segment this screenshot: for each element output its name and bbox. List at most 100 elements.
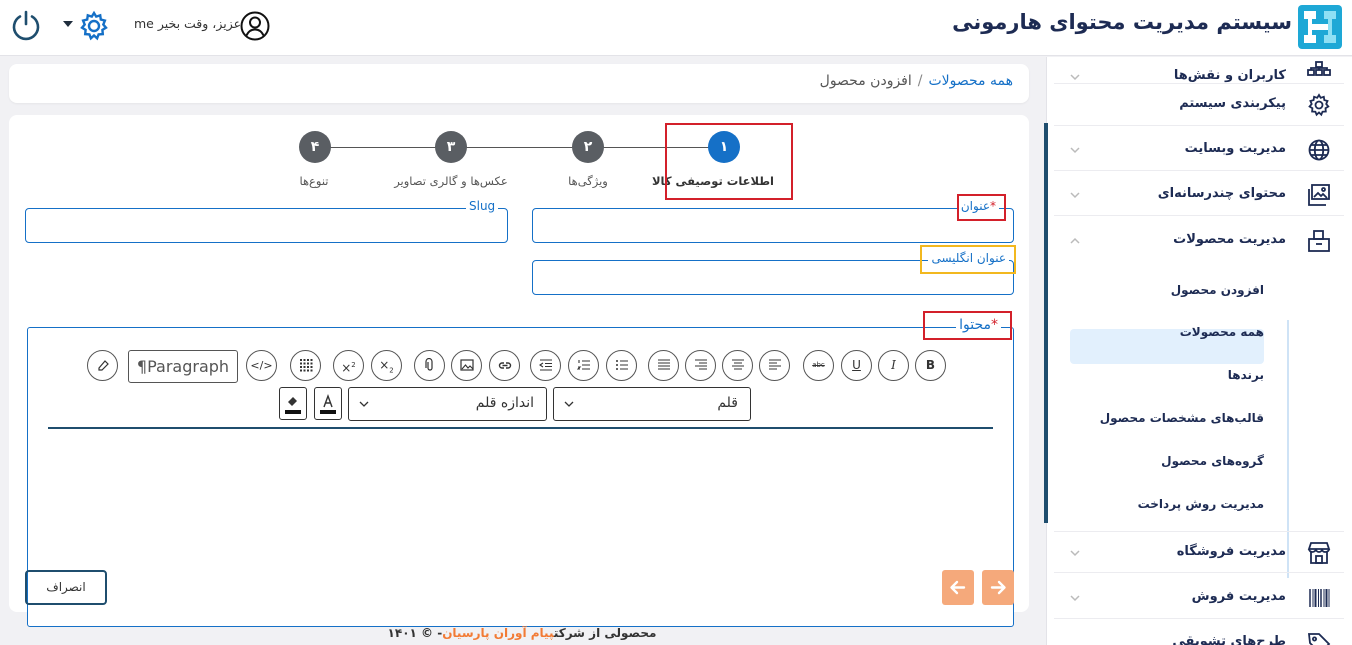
chevron-down-icon xyxy=(1070,550,1080,557)
sidebar-scroll-accent xyxy=(1044,123,1048,523)
toolbar-strikethrough-button[interactable]: abc xyxy=(803,350,834,381)
title-input[interactable] xyxy=(532,208,1014,243)
paragraph-format-select[interactable]: ¶Paragraph xyxy=(128,350,238,383)
barcode-icon xyxy=(1309,589,1330,607)
product-form-card: ۱ ۲ ۳ ۴ اطلاعات توصیفی کالا ویژگی‌ها عکس… xyxy=(9,115,1029,627)
settings-gear-icon[interactable] xyxy=(78,10,110,42)
step-2-label: ویژگی‌ها xyxy=(568,174,608,188)
breadcrumb: همه محصولات / افزودن محصول xyxy=(9,64,1029,103)
highlight-color-icon xyxy=(285,397,301,414)
sidebar-item-label: مدیریت محصولات xyxy=(1173,232,1286,247)
breadcrumb-link-all-products[interactable]: همه محصولات xyxy=(928,73,1013,89)
toolbar-highlight-color-button[interactable] xyxy=(279,387,307,420)
submenu-spec-templates[interactable]: قالب‌های مشخصات محصول xyxy=(1100,411,1264,425)
toolbar-link-button[interactable] xyxy=(489,350,520,381)
toolbar-bullet-list-button[interactable] xyxy=(606,350,637,381)
sidebar-item-store[interactable]: مدیریت فروشگاه xyxy=(1054,531,1344,573)
sidebar-item-label: مدیریت فروش xyxy=(1191,589,1286,604)
chevron-down-icon xyxy=(1070,192,1080,199)
chevron-down-icon xyxy=(564,401,574,407)
toolbar-italic-button[interactable]: I xyxy=(878,350,909,381)
toolbar-underline-button[interactable]: U xyxy=(841,350,872,381)
chevron-down-icon xyxy=(1070,595,1080,602)
submenu-brands[interactable]: برندها xyxy=(1228,368,1264,382)
strikethrough-icon: abc xyxy=(812,361,825,369)
step-3-label: عکس‌ها و گالری تصاویر xyxy=(394,174,508,188)
sidebar-item-multimedia[interactable]: محتوای چندرسانه‌ای xyxy=(1054,174,1344,216)
font-family-select[interactable]: قلم xyxy=(553,387,751,421)
toolbar-table-button[interactable] xyxy=(290,350,321,381)
prev-step-button[interactable] xyxy=(942,570,974,605)
footer-copyright: - © ۱۴۰۱ xyxy=(387,626,443,640)
toolbar-eraser-button[interactable] xyxy=(87,350,118,381)
user-avatar-icon[interactable] xyxy=(240,11,270,41)
toolbar-font-color-button[interactable] xyxy=(314,387,342,420)
globe-icon xyxy=(1308,139,1330,161)
toolbar-superscript-button[interactable]: ×2 xyxy=(333,350,364,381)
sidebar-item-label: کاربران و نقش‌ها xyxy=(1173,68,1286,83)
image-icon xyxy=(459,359,474,371)
step-4-circle[interactable]: ۴ xyxy=(299,131,331,163)
stepper-line xyxy=(330,147,716,148)
tag-icon xyxy=(1307,633,1331,645)
app-title: سیستم مدیریت محتوای هارمونی xyxy=(952,10,1292,34)
logo-icon xyxy=(1298,5,1342,49)
toolbar-image-button[interactable] xyxy=(451,350,482,381)
toolbar-ordered-list-button[interactable] xyxy=(568,350,599,381)
user-greeting: me عزیز، وقت بخیر xyxy=(134,16,242,31)
sidebar-item-website[interactable]: مدیریت وبسایت xyxy=(1054,129,1344,171)
cancel-button[interactable]: انصراف xyxy=(25,570,107,605)
sidebar-item-promotions[interactable]: طرح‌های تشویقی xyxy=(1054,622,1344,645)
breadcrumb-current: افزودن محصول xyxy=(819,73,912,89)
toolbar-outdent-button[interactable] xyxy=(530,350,561,381)
toolbar-align-left-button[interactable] xyxy=(759,350,790,381)
toolbar-align-right-button[interactable] xyxy=(685,350,716,381)
toolbar-align-center-button[interactable] xyxy=(722,350,753,381)
power-icon[interactable] xyxy=(10,9,42,41)
chevron-down-icon xyxy=(1070,147,1080,154)
toolbar-bold-button[interactable]: B xyxy=(915,350,946,381)
sidebar-item-label: پیکربندی سیستم xyxy=(1179,96,1286,111)
toolbar-subscript-button[interactable]: ×2 xyxy=(371,350,402,381)
sidebar-item-sales[interactable]: مدیریت فروش xyxy=(1054,577,1344,619)
toolbar-attach-button[interactable] xyxy=(414,350,445,381)
gear-icon xyxy=(1308,93,1330,117)
outdent-icon xyxy=(538,359,552,371)
font-size-select[interactable]: اندازه قلم xyxy=(348,387,547,421)
submenu-product-groups[interactable]: گروه‌های محصول xyxy=(1161,454,1264,468)
arrow-right-icon xyxy=(990,580,1006,595)
step-3-circle[interactable]: ۳ xyxy=(435,131,467,163)
english-title-highlight-box xyxy=(920,245,1016,274)
slug-input[interactable] xyxy=(25,208,508,243)
toolbar-divider xyxy=(48,427,993,429)
sidebar-item-label: طرح‌های تشویقی xyxy=(1172,634,1286,645)
sidebar-item-system-config[interactable]: پیکربندی سیستم xyxy=(1054,84,1344,126)
step-2-circle[interactable]: ۲ xyxy=(572,131,604,163)
product-box-icon xyxy=(1308,230,1330,252)
sitemap-icon xyxy=(1307,61,1331,76)
title-highlight-box xyxy=(957,194,1006,221)
images-icon xyxy=(1308,184,1330,206)
settings-dropdown-caret-icon[interactable] xyxy=(63,21,73,27)
step-4-label: تنوع‌ها xyxy=(299,174,329,188)
bullet-list-icon xyxy=(615,360,628,370)
arrow-left-icon xyxy=(950,580,966,595)
bold-icon: B xyxy=(925,358,936,372)
code-icon: </> xyxy=(250,359,273,372)
sidebar-item-products[interactable]: مدیریت محصولات xyxy=(1054,220,1344,262)
top-header: سیستم مدیریت محتوای هارمونی me عزیز، وقت… xyxy=(0,0,1352,56)
font-family-select-value: قلم xyxy=(717,395,738,411)
footer-company-link[interactable]: پیام آوران پارسیان xyxy=(442,626,554,640)
chevron-down-icon xyxy=(359,401,369,407)
step-1-highlight-box xyxy=(665,123,793,200)
next-step-button[interactable] xyxy=(982,570,1014,605)
superscript-icon: ×2 xyxy=(341,361,356,375)
sidebar-item-users-roles[interactable]: کاربران و نقش‌ها xyxy=(1054,57,1344,84)
submenu-add-product[interactable]: افزودن محصول xyxy=(1171,283,1264,297)
paperclip-icon xyxy=(424,357,433,371)
paragraph-icon: ¶ xyxy=(136,357,148,376)
toolbar-code-button[interactable]: </> xyxy=(246,350,277,381)
toolbar-justify-button[interactable] xyxy=(648,350,679,381)
submenu-all-products[interactable]: همه محصولات xyxy=(1180,325,1264,339)
submenu-payment-methods[interactable]: مدیریت روش پرداخت xyxy=(1138,497,1264,511)
